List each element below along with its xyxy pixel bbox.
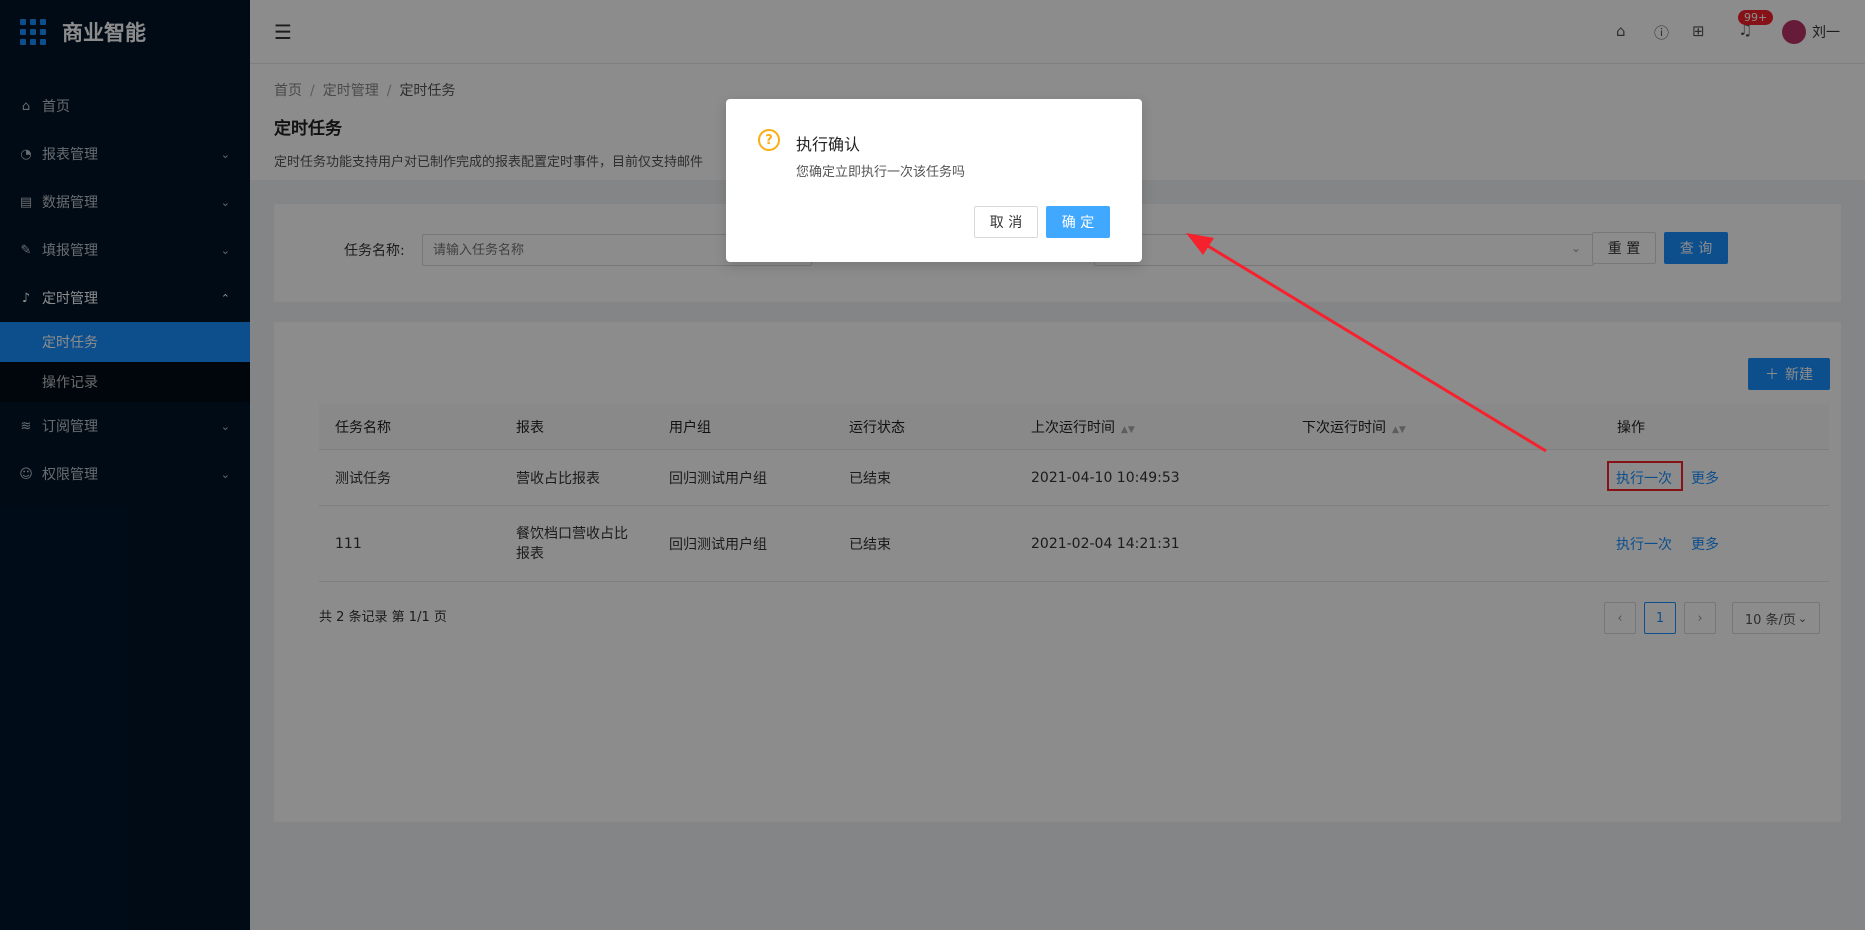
question-circle-icon: ? (758, 129, 780, 151)
confirm-dialog: ? 执行确认 您确定立即执行一次该任务吗 取 消 确 定 (726, 99, 1142, 262)
cancel-button[interactable]: 取 消 (974, 206, 1038, 238)
confirm-button[interactable]: 确 定 (1046, 206, 1110, 238)
dialog-title: 执行确认 (796, 135, 861, 154)
dialog-message: 您确定立即执行一次该任务吗 (796, 165, 966, 180)
